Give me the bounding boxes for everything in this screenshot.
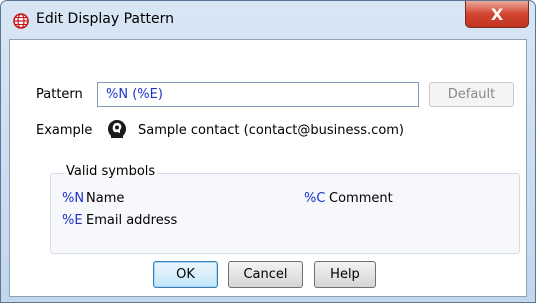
symbol-desc-comment: Comment	[329, 191, 393, 206]
contact-person-icon	[106, 118, 128, 140]
ok-button[interactable]: OK	[153, 261, 218, 288]
symbol-desc-email: Email address	[86, 213, 178, 228]
example-text: Sample contact (contact@business.com)	[138, 123, 405, 138]
globe-grid-icon	[13, 13, 29, 29]
cancel-button[interactable]: Cancel	[228, 261, 303, 288]
symbol-desc-name: Name	[86, 191, 125, 206]
default-button[interactable]: Default	[429, 82, 514, 107]
pattern-label: Pattern	[36, 87, 83, 102]
symbol-code-comment: %C	[304, 191, 326, 206]
close-icon: X	[490, 4, 504, 24]
window-title: Edit Display Pattern	[36, 11, 174, 27]
valid-symbols-title: Valid symbols	[64, 164, 158, 179]
dialog-content: Pattern %N (%E) Default Example Sample c…	[9, 39, 527, 297]
pattern-input[interactable]: %N (%E)	[97, 82, 419, 107]
close-button[interactable]: X	[465, 1, 529, 28]
help-button[interactable]: Help	[314, 261, 376, 288]
example-label: Example	[36, 123, 93, 138]
symbol-code-email: %E	[62, 213, 83, 228]
symbol-code-name: %N	[62, 191, 85, 206]
title-bar[interactable]: Edit Display Pattern X	[1, 1, 535, 39]
dialog-window: Edit Display Pattern X Pattern %N (%E) D…	[0, 0, 536, 303]
